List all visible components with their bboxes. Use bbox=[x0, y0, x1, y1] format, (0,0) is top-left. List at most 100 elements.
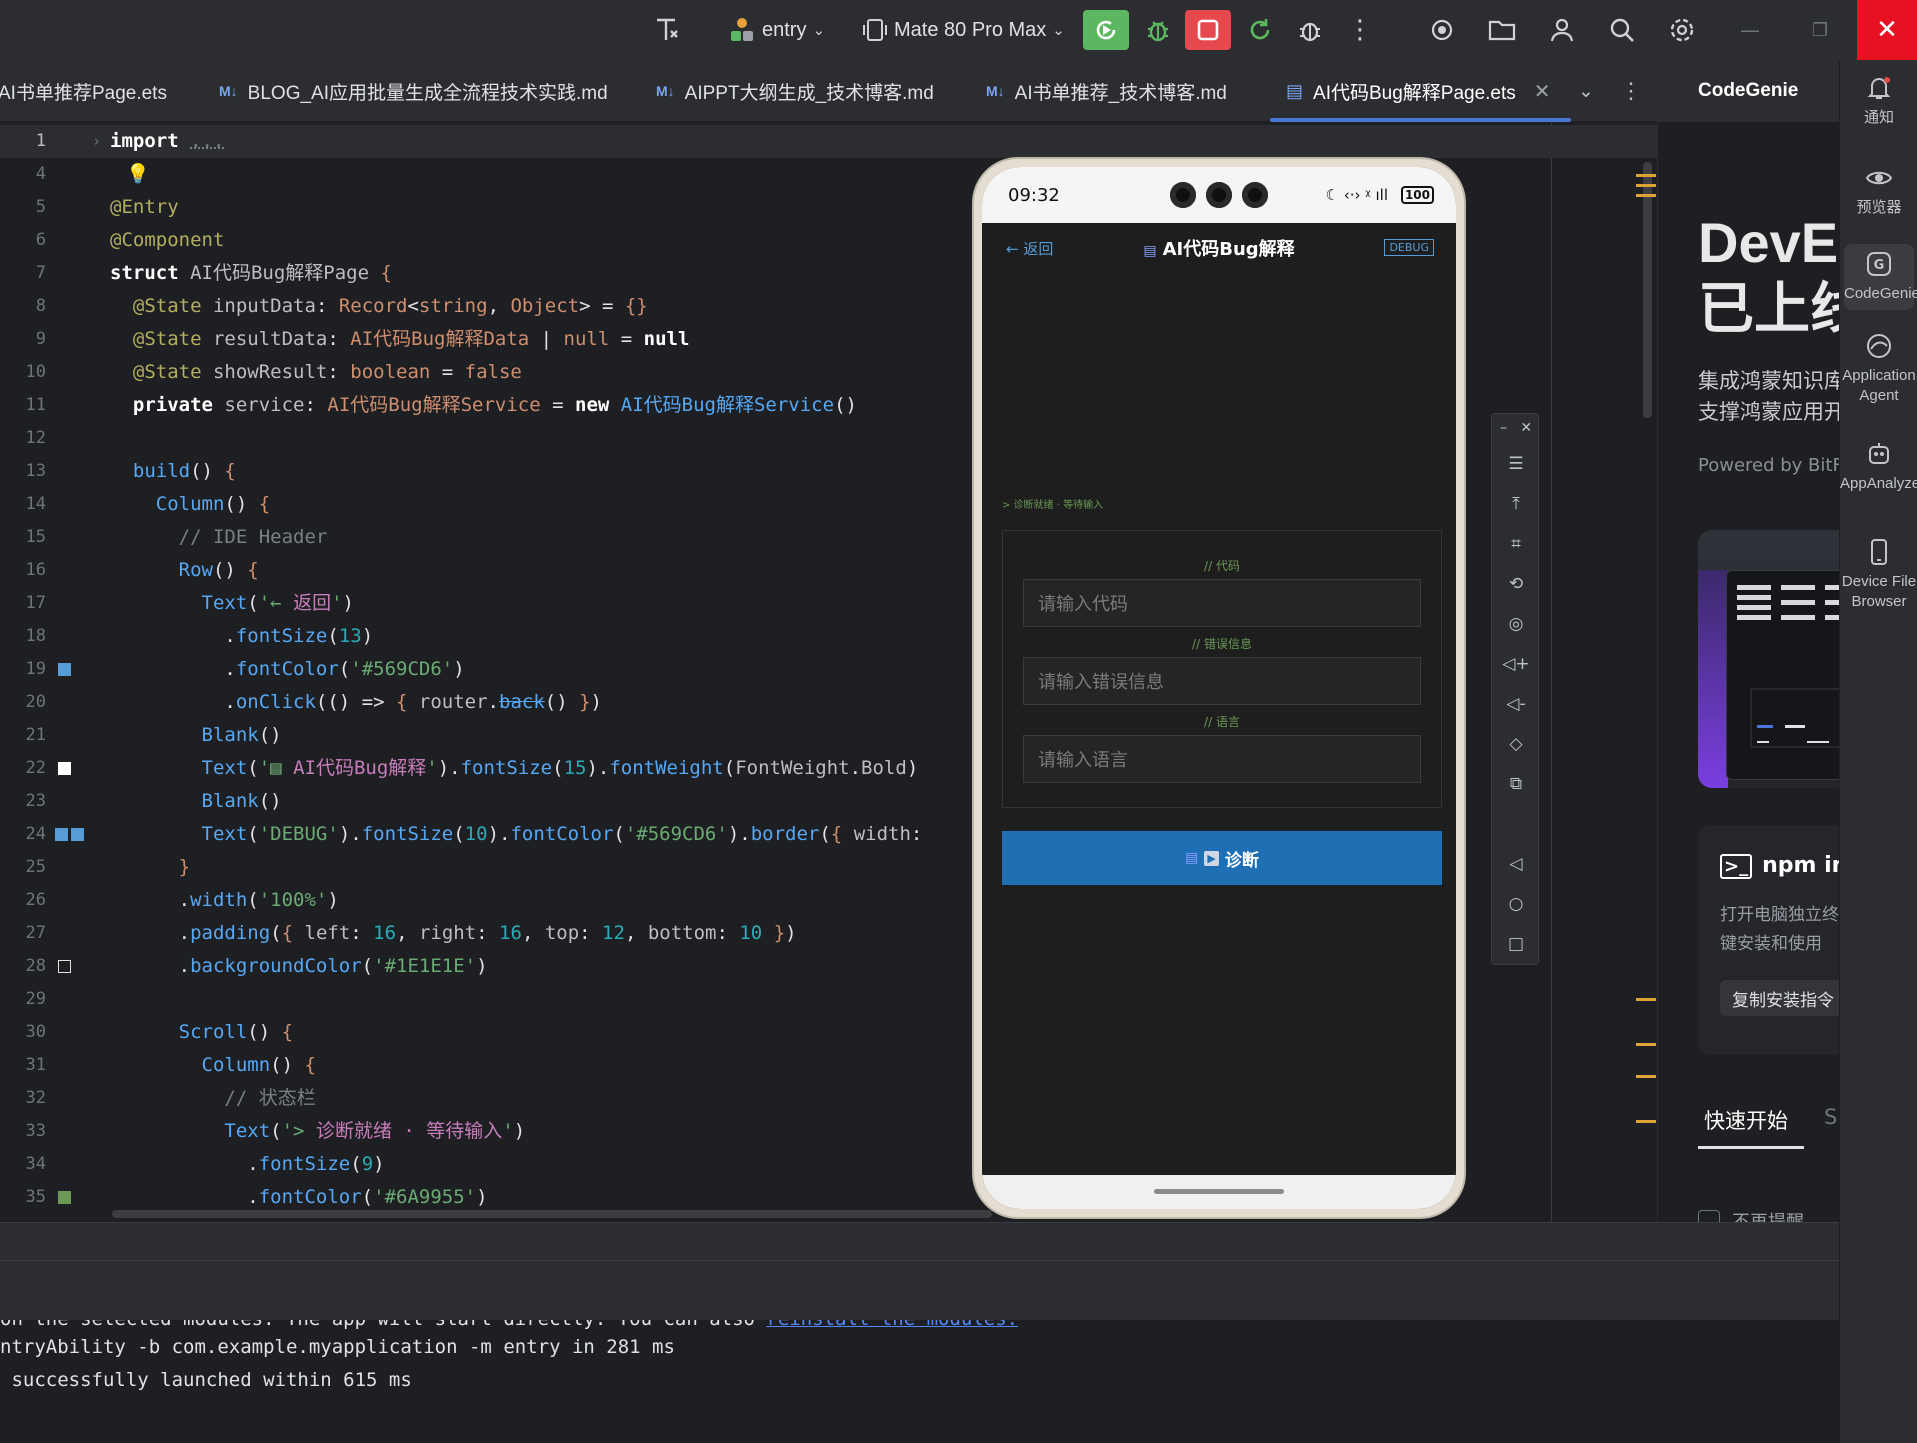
phone-gesture-bar[interactable] bbox=[982, 1175, 1456, 1209]
lightbulb-icon: 💡 bbox=[126, 163, 150, 185]
battery-level: 100 bbox=[1400, 186, 1434, 204]
emulator-window-controls: – ✕ bbox=[1492, 420, 1540, 436]
code-input[interactable]: 请输入代码 bbox=[1023, 579, 1421, 627]
terminal-preview-icon bbox=[1737, 585, 1839, 748]
close-icon: ✕ bbox=[1876, 15, 1898, 45]
tab-ai-code-bug-page[interactable]: ▤ AI代码Bug解释Page.ets ✕ bbox=[1270, 60, 1571, 122]
nav-home-icon[interactable]: ○ bbox=[1492, 894, 1540, 914]
phone-status-bar: 09:32 ☾ ‹·› ᵡ ıll 100 bbox=[982, 167, 1456, 223]
menu-icon[interactable]: ☰ bbox=[1492, 454, 1540, 474]
emulator-controls: – ✕ ☰ ⤒ ⌗ ⟲ ◎ ◁+ ◁- ◇ ⧉ ◁ ○ □ bbox=[1491, 413, 1539, 965]
horizontal-scrollbar[interactable] bbox=[112, 1210, 992, 1218]
tab-more-icon[interactable]: ⋮ bbox=[1620, 60, 1642, 122]
run-console[interactable]: on the selected modules. The app will st… bbox=[0, 1320, 1839, 1443]
warning-marker[interactable] bbox=[1636, 174, 1656, 177]
volume-down-icon[interactable]: ◁- bbox=[1492, 694, 1540, 714]
terminal-icon: >_ bbox=[1720, 854, 1753, 879]
svg-text:G: G bbox=[1874, 258, 1885, 273]
language-input[interactable]: 请输入语言 bbox=[1023, 735, 1421, 783]
tab-ai-booklist-md[interactable]: M↓ AI书单推荐_技术博客.md bbox=[986, 60, 1227, 122]
close-icon[interactable]: ✕ bbox=[1520, 420, 1532, 436]
device-file-browser-tool[interactable]: Device File Browser bbox=[1840, 538, 1917, 612]
nav-back-icon[interactable]: ◁ bbox=[1492, 854, 1540, 874]
search-button[interactable] bbox=[1602, 10, 1642, 50]
warning-marker[interactable] bbox=[1636, 998, 1656, 1001]
diagnose-button[interactable]: ▤ ▶ 诊断 bbox=[1002, 831, 1442, 885]
run-button[interactable] bbox=[1083, 10, 1129, 50]
account-button[interactable] bbox=[1542, 10, 1582, 50]
stop-button[interactable] bbox=[1185, 10, 1231, 50]
settings-button[interactable] bbox=[1662, 10, 1702, 50]
markdown-icon: M↓ bbox=[656, 83, 675, 99]
copy-install-command-button[interactable]: 复制安装指令 bbox=[1720, 980, 1839, 1016]
attach-debugger-button[interactable] bbox=[1290, 10, 1330, 50]
npm-description: 键安装和使用 bbox=[1720, 934, 1822, 954]
bell-icon bbox=[1867, 77, 1891, 99]
tab-label: AI书单推荐Page.ets bbox=[0, 82, 167, 104]
warning-marker[interactable] bbox=[1636, 1120, 1656, 1123]
tab-skills[interactable]: Sk bbox=[1824, 1105, 1839, 1129]
warning-marker[interactable] bbox=[1636, 1075, 1656, 1078]
reinstall-modules-link[interactable]: reinstall the modules. bbox=[766, 1320, 1018, 1330]
warning-marker[interactable] bbox=[1636, 194, 1656, 197]
crop-icon[interactable]: ⌗ bbox=[1492, 534, 1540, 554]
phone-screen[interactable]: 09:32 ☾ ‹·› ᵡ ıll 100 ← 返回 ▤ AI代码Bug解释 DE… bbox=[982, 167, 1456, 1209]
notifications-tool[interactable]: 通知 bbox=[1840, 74, 1917, 128]
apply-changes-button[interactable] bbox=[1240, 10, 1280, 50]
app-analyzer-tool[interactable]: AppAnalyzer bbox=[1840, 440, 1917, 494]
phone-app-header: ← 返回 ▤ AI代码Bug解释 DEBUG bbox=[982, 223, 1456, 273]
device-icon bbox=[863, 19, 887, 41]
console-line: ntryAbility -b com.example.myapplication… bbox=[0, 1336, 675, 1358]
main-toolbar: entry ⌄ Mate 80 Pro Max ⌄ ⋮ — ❐ ✕ bbox=[0, 0, 1917, 60]
text-tool-icon[interactable] bbox=[648, 10, 688, 50]
camera-icon bbox=[1242, 182, 1268, 208]
eraser-icon[interactable]: ◇ bbox=[1492, 734, 1540, 754]
tab-ai-booklist-page[interactable]: AI书单推荐Page.ets bbox=[0, 60, 167, 122]
chevron-down-icon: ⌄ bbox=[812, 21, 826, 39]
project-folder-button[interactable] bbox=[1482, 10, 1522, 50]
gear-icon bbox=[1670, 18, 1694, 42]
npm-description: 打开电脑独立终端 bbox=[1720, 905, 1839, 925]
tool-label: Device File Browser bbox=[1841, 573, 1917, 610]
restore-button[interactable]: ❐ bbox=[1800, 10, 1840, 50]
error-input[interactable]: 请输入错误信息 bbox=[1023, 657, 1421, 705]
minimize-button[interactable]: — bbox=[1730, 10, 1770, 50]
promo-screenshot bbox=[1726, 570, 1839, 780]
module-icon bbox=[731, 18, 753, 41]
close-icon[interactable]: ✕ bbox=[1534, 79, 1551, 104]
rotate-icon[interactable]: ⟲ bbox=[1492, 574, 1540, 594]
codegenie-icon: G bbox=[1867, 252, 1891, 276]
warning-marker[interactable] bbox=[1636, 184, 1656, 187]
screenshot-icon[interactable]: ◎ bbox=[1492, 614, 1540, 634]
device-icon bbox=[1871, 539, 1887, 565]
warning-marker[interactable] bbox=[1636, 1043, 1656, 1046]
multi-window-icon[interactable]: ⧉ bbox=[1492, 774, 1540, 794]
minimize-icon[interactable]: – bbox=[1500, 420, 1507, 436]
application-agent-tool[interactable]: Application Agent bbox=[1840, 332, 1917, 406]
tab-list-chevron-icon[interactable]: ⌄ bbox=[1578, 60, 1594, 122]
tab-quick-start[interactable]: 快速开始 bbox=[1698, 1105, 1804, 1149]
pin-top-icon[interactable]: ⤒ bbox=[1492, 494, 1540, 514]
module-label: entry bbox=[762, 18, 807, 41]
profiler-button[interactable] bbox=[1422, 10, 1462, 50]
status-icons: ☾ ‹·› ᵡ ıll bbox=[1325, 186, 1388, 204]
codegenie-subtitle: 支撑鸿蒙应用开发 bbox=[1698, 400, 1839, 424]
vertical-scrollbar[interactable] bbox=[1643, 162, 1652, 418]
volume-up-icon[interactable]: ◁+ bbox=[1492, 654, 1540, 674]
more-icon[interactable]: ⋮ bbox=[1340, 10, 1380, 50]
debug-button[interactable] bbox=[1138, 10, 1178, 50]
npm-install-title: >_npm install bbox=[1720, 853, 1839, 879]
folder-icon bbox=[1488, 20, 1516, 41]
bug-icon bbox=[1148, 21, 1168, 42]
tab-blog-batch-md[interactable]: M↓ BLOG_AI应用批量生成全流程技术实践.md bbox=[219, 60, 608, 122]
module-selector[interactable]: entry ⌄ bbox=[728, 10, 825, 50]
tab-label: BLOG_AI应用批量生成全流程技术实践.md bbox=[247, 82, 608, 104]
device-selector[interactable]: Mate 80 Pro Max ⌄ bbox=[862, 10, 1065, 50]
previewer-tool[interactable]: 预览器 bbox=[1840, 164, 1917, 218]
tool-label: 通知 bbox=[1863, 109, 1894, 126]
codegenie-tool[interactable]: G CodeGenie bbox=[1844, 244, 1917, 310]
nav-recents-icon[interactable]: □ bbox=[1492, 934, 1540, 954]
powered-by: Powered by BitFun bbox=[1698, 455, 1839, 476]
tab-aippt-md[interactable]: M↓ AIPPT大纲生成_技术博客.md bbox=[656, 60, 934, 122]
window-close-button[interactable]: ✕ bbox=[1857, 0, 1917, 60]
